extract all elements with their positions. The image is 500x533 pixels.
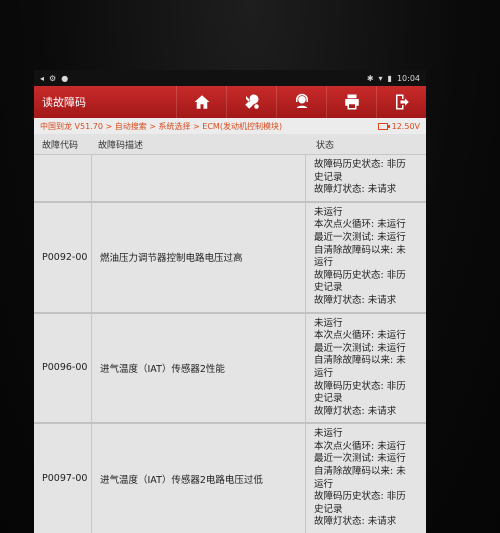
voltage-value: 12.50V bbox=[391, 121, 420, 131]
status-line: 未运行 bbox=[314, 428, 343, 440]
status-right-icons: ✱ ▾ ▮ 10:04 bbox=[367, 74, 420, 83]
app-notification-icon: ● bbox=[61, 73, 69, 83]
status-line: 史记录 bbox=[314, 393, 343, 405]
dtc-status: 未运行 本次点火循环: 未运行 最近一次测试: 未运行 自清除故障码以来: 未运行 故障… bbox=[306, 424, 426, 533]
dtc-code: P0092-00 bbox=[34, 202, 92, 312]
status-line: 未运行 bbox=[314, 317, 343, 329]
status-left-icons: ◂ ⚙ ● bbox=[40, 74, 68, 83]
status-line: 自清除故障码以来: 未 bbox=[314, 466, 406, 478]
status-line: 本次点火循环: 未运行 bbox=[314, 330, 406, 342]
status-line: 史记录 bbox=[314, 282, 343, 294]
wifi-icon: ▾ bbox=[378, 73, 383, 83]
home-icon bbox=[194, 95, 209, 109]
status-line: 故障码历史状态: 非历 bbox=[314, 491, 406, 503]
table-row[interactable]: P0097-00 进气温度（IAT）传感器2电路电压过低 未运行 本次点火循环: 未运… bbox=[34, 424, 426, 533]
support-icon bbox=[295, 93, 308, 108]
diagnose-button[interactable] bbox=[226, 86, 276, 118]
support-button[interactable] bbox=[276, 86, 326, 118]
diagnose-icon bbox=[244, 94, 259, 109]
battery-status-icon: ▮ bbox=[387, 73, 392, 83]
exit-icon bbox=[395, 94, 409, 110]
toolbar bbox=[176, 86, 426, 118]
dtc-status: 未运行 本次点火循环: 未运行 最近一次测试: 未运行 自清除故障码以来: 未运行 故障… bbox=[306, 314, 426, 423]
dtc-description bbox=[92, 155, 306, 201]
status-line: 运行 bbox=[314, 367, 334, 379]
home-button[interactable] bbox=[176, 86, 226, 118]
status-line: 未运行 bbox=[314, 206, 343, 218]
back-notification-icon: ◂ bbox=[40, 73, 45, 83]
dtc-description: 进气温度（IAT）传感器2性能 bbox=[92, 313, 306, 423]
dtc-code: P0097-00 bbox=[34, 424, 92, 533]
table-row[interactable]: P0092-00 燃油压力调节器控制电路电压过高 未运行 本次点火循环: 未运行 最近一… bbox=[34, 202, 426, 314]
status-line: 最近一次测试: 未运行 bbox=[314, 231, 406, 243]
dtc-code: P0096-00 bbox=[34, 313, 92, 423]
clock: 10:04 bbox=[396, 73, 420, 83]
bluetooth-icon: ✱ bbox=[366, 73, 374, 83]
dtc-description: 进气温度（IAT）传感器2电路电压过低 bbox=[92, 424, 306, 533]
print-icon bbox=[344, 94, 359, 110]
column-header-description: 故障码描述 bbox=[98, 140, 144, 151]
status-line: 自清除故障码以来: 未 bbox=[314, 244, 406, 256]
status-line: 故障码历史状态: 非历 bbox=[314, 159, 406, 170]
voltage-indicator: 12.50V bbox=[377, 121, 420, 131]
dtc-code bbox=[34, 155, 92, 201]
settings-notification-icon: ⚙ bbox=[49, 73, 57, 83]
car-battery-icon bbox=[377, 122, 390, 130]
status-line: 史记录 bbox=[314, 171, 343, 183]
column-header-status: 状态 bbox=[316, 140, 335, 151]
status-line: 故障灯状态: 未请求 bbox=[314, 184, 397, 196]
status-line: 运行 bbox=[314, 257, 334, 269]
status-line: 本次点火循环: 未运行 bbox=[314, 219, 406, 231]
breadcrumb-bar: 中国到龙 V51.70 > 自动搜索 > 系统选择 > ECM(发动机控制模块)… bbox=[34, 118, 426, 134]
table-header: 故障代码 故障码描述 状态 bbox=[34, 134, 426, 155]
print-button[interactable] bbox=[326, 86, 376, 118]
dtc-status: 故障码历史状态: 非历 史记录 故障灯状态: 未请求 bbox=[306, 155, 426, 201]
status-line: 故障灯状态: 未请求 bbox=[314, 516, 397, 528]
status-line: 故障灯状态: 未请求 bbox=[314, 405, 397, 417]
android-status-bar: ◂ ⚙ ● ✱ ▾ ▮ 10:04 bbox=[34, 70, 426, 86]
status-line: 本次点火循环: 未运行 bbox=[314, 440, 406, 452]
status-line: 故障码历史状态: 非历 bbox=[314, 269, 406, 281]
status-line: 史记录 bbox=[314, 503, 343, 515]
status-line: 最近一次测试: 未运行 bbox=[314, 342, 406, 354]
status-line: 故障码历史状态: 非历 bbox=[314, 380, 406, 392]
table-row[interactable]: P0096-00 进气温度（IAT）传感器2性能 未运行 本次点火循环: 未运行 最近一… bbox=[34, 313, 426, 425]
status-line: 运行 bbox=[314, 478, 334, 490]
page-title: 读故障码 bbox=[42, 96, 86, 109]
exit-button[interactable] bbox=[376, 86, 426, 118]
dtc-table[interactable]: 故障码历史状态: 非历 史记录 故障灯状态: 未请求 P0092-00 燃油压力调节器控… bbox=[34, 155, 426, 533]
table-row[interactable]: 故障码历史状态: 非历 史记录 故障灯状态: 未请求 bbox=[34, 155, 426, 203]
dtc-description: 燃油压力调节器控制电路电压过高 bbox=[92, 202, 306, 312]
status-line: 故障灯状态: 未请求 bbox=[314, 294, 397, 306]
dtc-status: 未运行 本次点火循环: 未运行 最近一次测试: 未运行 自清除故障码以来: 未运行 故障… bbox=[306, 203, 426, 312]
tablet-screen: ◂ ⚙ ● ✱ ▾ ▮ 10:04 读故障码 中国到龙 V51.70 > 自动搜… bbox=[34, 70, 426, 533]
column-header-code: 故障代码 bbox=[42, 140, 79, 151]
status-line: 最近一次测试: 未运行 bbox=[314, 453, 406, 465]
breadcrumb[interactable]: 中国到龙 V51.70 > 自动搜索 > 系统选择 > ECM(发动机控制模块) bbox=[40, 121, 282, 132]
app-header: 读故障码 bbox=[34, 86, 426, 118]
status-line: 自清除故障码以来: 未 bbox=[314, 355, 406, 367]
